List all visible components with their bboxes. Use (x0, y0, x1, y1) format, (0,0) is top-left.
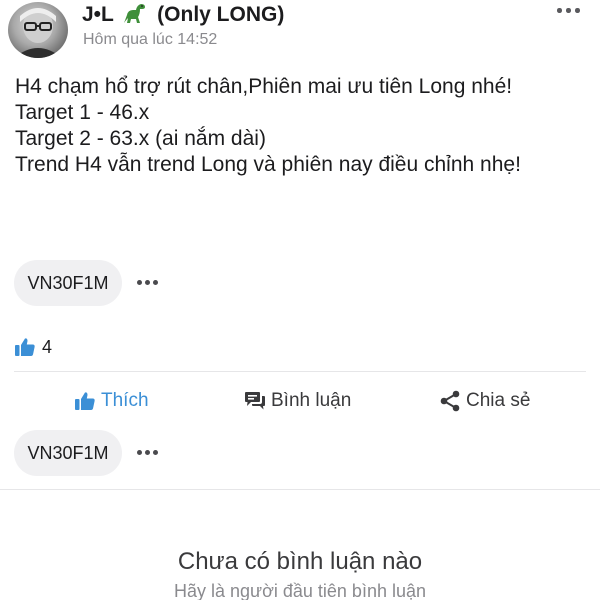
author-name[interactable]: J•L (Only LONG) (82, 2, 284, 27)
empty-comments-title: Chưa có bình luận nào (177, 548, 423, 575)
share-button-label: Chia sẻ (466, 390, 531, 411)
like-button-label: Thích (101, 390, 149, 411)
share-button[interactable]: Chia sẻ (439, 384, 530, 418)
like-summary[interactable]: 4 (14, 335, 52, 359)
share-icon (440, 390, 460, 412)
tag-row: VN30F1M (14, 430, 214, 476)
post-body-line: H4 chạm hổ trợ rút chân,Phiên mai ưu tiê… (15, 75, 513, 98)
like-button[interactable]: Thích (74, 384, 149, 418)
divider (14, 371, 586, 372)
post-body-line: Target 2 - 63.x (ai nắm dài) (15, 127, 266, 150)
post-body-line: Trend H4 vẫn trend Long và phiên nay điề… (15, 153, 521, 176)
post-body-line: Target 1 - 46.x (15, 101, 150, 124)
comment-button-label: Bình luận (271, 390, 352, 411)
thumbs-up-icon (15, 338, 35, 356)
tag-more-icon[interactable] (135, 280, 161, 286)
post-timestamp: Hôm qua lúc 14:52 (83, 31, 218, 48)
post-action-bar: Thích Bình luận Chia sẻ (0, 384, 600, 418)
avatar[interactable] (8, 2, 68, 58)
stock-tag-chip[interactable]: VN30F1M (14, 430, 122, 476)
post-body: H4 chạm hổ trợ rút chân,Phiên mai ưu tiê… (15, 74, 595, 178)
author-name-prefix: J•L (82, 3, 114, 26)
author-name-suffix: (Only LONG) (157, 3, 285, 26)
comment-bubble-icon (245, 392, 265, 410)
tag-more-icon[interactable] (135, 450, 161, 456)
comment-button[interactable]: Bình luận (244, 384, 351, 418)
stock-tag-chip[interactable]: VN30F1M (14, 260, 122, 306)
post-header: J•L (Only LONG) Hôm qua lúc 14:52 (0, 0, 600, 68)
empty-comments-subtitle: Hãy là người đầu tiên bình luận (173, 581, 427, 600)
more-horizontal-icon[interactable] (554, 2, 584, 18)
dinosaur-icon (121, 2, 147, 24)
thumbs-up-icon (75, 392, 95, 410)
tag-row: VN30F1M (14, 260, 214, 306)
section-divider (0, 489, 600, 490)
like-count: 4 (42, 336, 53, 357)
